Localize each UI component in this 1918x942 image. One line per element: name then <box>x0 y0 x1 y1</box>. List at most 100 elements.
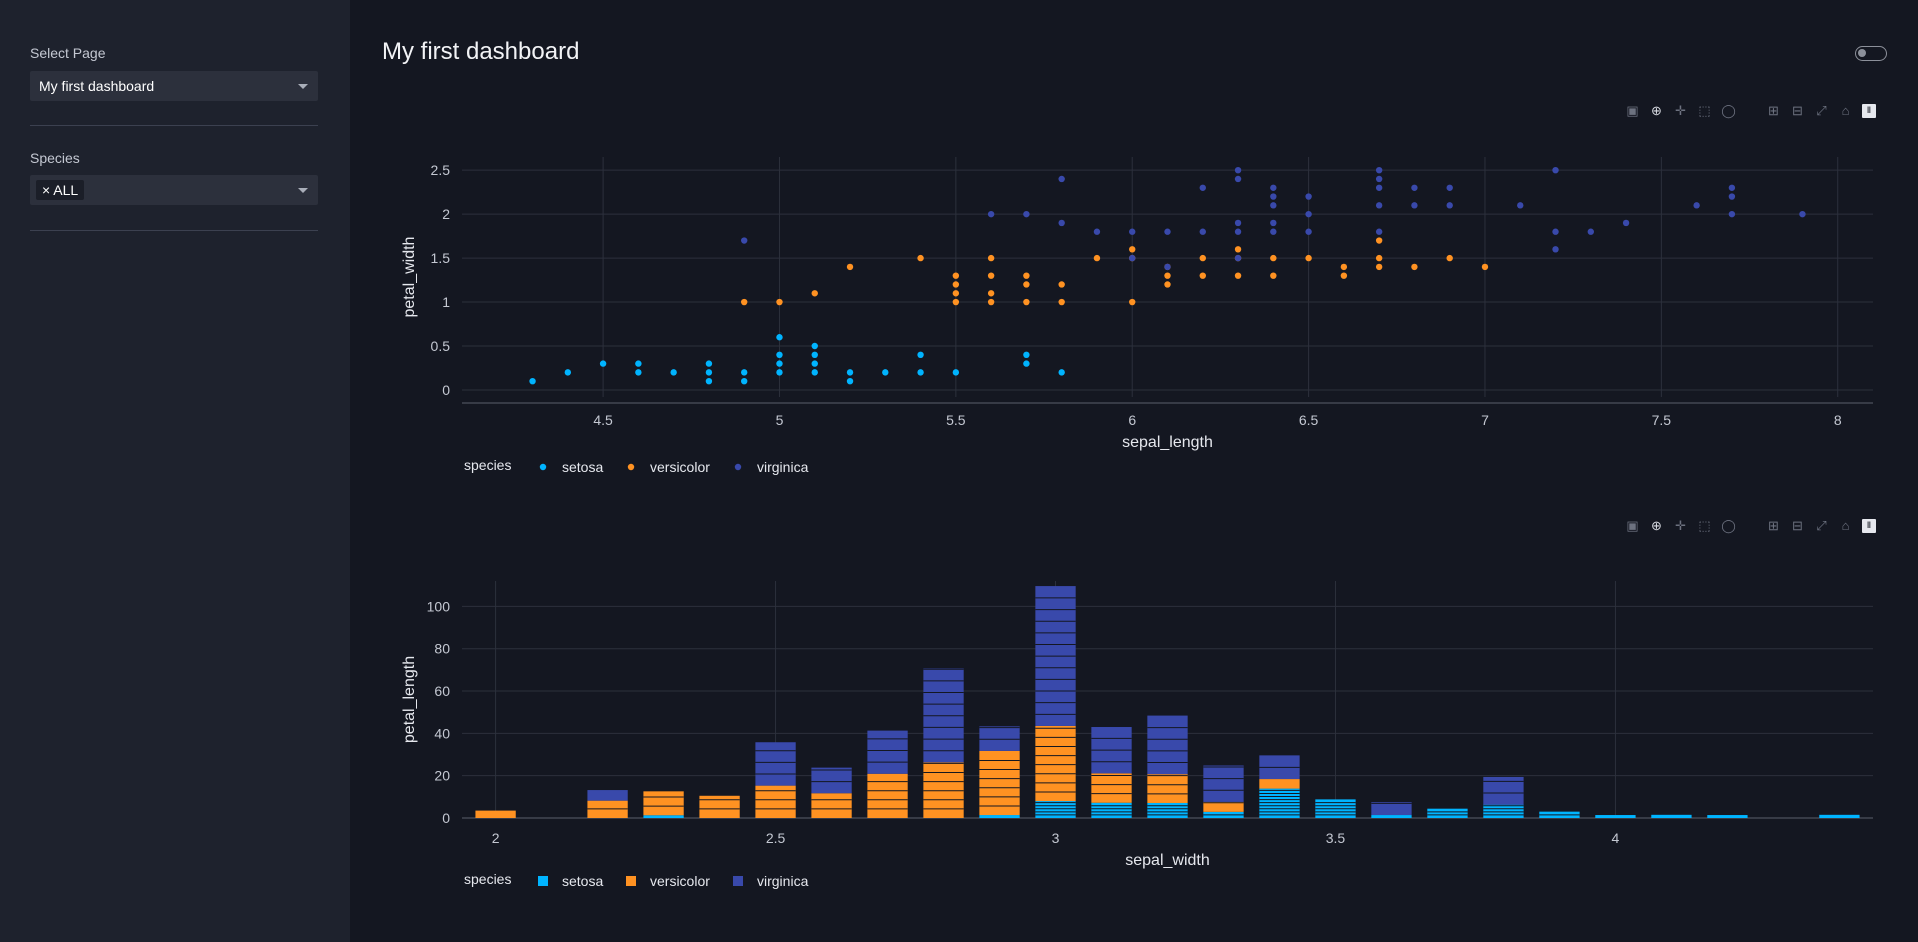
scatter-point-versicolor <box>1340 272 1348 279</box>
x-tick-label: 8 <box>1834 412 1842 428</box>
scatter-point-setosa <box>811 360 818 367</box>
scatter-point-virginica <box>1411 202 1418 209</box>
scatter-point-versicolor <box>1305 254 1312 262</box>
scatter-point-virginica <box>1622 219 1630 227</box>
x-tick-label: 6 <box>1128 412 1136 428</box>
scatter-point-versicolor <box>1023 298 1030 306</box>
bar-segment-versicolor <box>1091 773 1132 803</box>
legend-label-versicolor: versicolor <box>650 873 710 889</box>
scatter-point-virginica <box>1693 202 1700 209</box>
scatter-point-versicolor <box>1093 254 1101 262</box>
y-tick-label: 20 <box>434 768 450 784</box>
legend-title: species <box>464 871 511 887</box>
scatter-point-setosa <box>776 360 783 367</box>
bar-segment-versicolor <box>1203 801 1244 812</box>
scatter-point-versicolor <box>952 298 960 306</box>
bar-segment-setosa <box>979 815 1020 818</box>
y-tick-label: 2 <box>442 206 450 222</box>
scatter-point-setosa <box>1023 351 1030 359</box>
scatter-point-virginica <box>1552 246 1559 253</box>
legend-label-virginica: virginica <box>757 873 809 889</box>
scatter-point-setosa <box>776 351 783 359</box>
scatter-point-versicolor <box>952 272 960 279</box>
scatter-point-virginica <box>1023 210 1030 218</box>
scatter-point-versicolor <box>1340 263 1348 271</box>
scatter-point-setosa <box>917 369 924 376</box>
scatter-point-virginica <box>1270 193 1277 200</box>
bar-segment-setosa <box>1595 815 1636 818</box>
scatter-point-virginica <box>987 210 995 218</box>
legend-marker-virginica <box>733 876 743 886</box>
scatter-point-versicolor <box>1375 263 1383 271</box>
scatter-point-setosa <box>635 369 642 376</box>
scatter-point-virginica <box>1552 166 1559 174</box>
bar-segment-versicolor <box>811 793 852 818</box>
scatter-point-virginica <box>1058 219 1065 227</box>
legend-marker-setosa <box>539 463 547 471</box>
scatter-point-versicolor <box>1375 254 1383 262</box>
scatter-point-setosa <box>529 377 536 385</box>
scatter-point-versicolor <box>987 298 995 306</box>
bar-segment-versicolor <box>475 810 516 818</box>
bar-segment-virginica <box>1203 765 1244 802</box>
scatter-point-versicolor <box>811 290 818 297</box>
scatter-point-versicolor <box>1164 272 1171 279</box>
scatter-point-versicolor <box>1234 246 1242 253</box>
scatter-point-virginica <box>1728 210 1736 218</box>
bar-segment-versicolor <box>867 773 908 818</box>
scatter-point-setosa <box>564 369 572 376</box>
scatter-point-versicolor <box>1270 254 1277 262</box>
scatter-point-virginica <box>1058 175 1065 183</box>
scatter-point-virginica <box>1446 184 1453 191</box>
legend-label-virginica: virginica <box>757 459 809 475</box>
bar-segment-setosa <box>1651 814 1692 818</box>
bar-segment-setosa <box>1035 801 1076 818</box>
scatter-point-setosa <box>741 377 748 385</box>
x-tick-label: 4.5 <box>593 412 613 428</box>
y-axis-title: petal_length <box>401 656 418 743</box>
bar-segment-setosa <box>1819 814 1860 818</box>
scatter-point-virginica <box>1270 219 1277 227</box>
scatter-point-virginica <box>1270 184 1277 191</box>
scatter-point-virginica <box>1270 202 1277 209</box>
bar-segment-versicolor <box>699 795 740 818</box>
scatter-point-versicolor <box>1058 298 1065 306</box>
x-tick-label: 5 <box>776 412 784 428</box>
scatter-point-setosa <box>705 377 713 385</box>
scatter-point-versicolor <box>1129 298 1136 306</box>
legend-marker-setosa <box>538 876 548 886</box>
scatter-point-setosa <box>776 334 783 341</box>
bar-segment-setosa <box>1371 815 1412 818</box>
scatter-point-virginica <box>1129 254 1136 262</box>
scatter-point-versicolor <box>1481 263 1489 271</box>
scatter-point-virginica <box>1375 184 1383 191</box>
y-tick-label: 0 <box>442 382 450 398</box>
x-tick-label: 6.5 <box>1299 412 1319 428</box>
scatter-point-virginica <box>1517 202 1524 209</box>
scatter-point-setosa <box>670 369 677 376</box>
scatter-point-virginica <box>1305 193 1312 200</box>
legend-label-setosa: setosa <box>562 459 603 475</box>
scatter-point-versicolor <box>1023 272 1030 279</box>
bar-segment-versicolor <box>1147 774 1188 803</box>
x-tick-label: 7 <box>1481 412 1489 428</box>
bar-segment-virginica <box>1371 802 1412 816</box>
scatter-point-setosa <box>1058 369 1065 376</box>
x-tick-label: 2.5 <box>766 830 786 846</box>
scatter-point-virginica <box>1305 210 1312 218</box>
legend-marker-versicolor <box>627 463 635 471</box>
scatter-point-versicolor <box>1129 246 1136 253</box>
scatter-point-virginica <box>1199 228 1206 235</box>
scatter-point-setosa <box>741 369 748 376</box>
y-tick-label: 40 <box>434 725 450 741</box>
scatter-point-setosa <box>705 369 713 376</box>
bar-segment-virginica <box>755 742 796 786</box>
scatter-point-versicolor <box>952 290 960 297</box>
scatter-point-versicolor <box>1199 254 1206 262</box>
scatter-point-setosa <box>846 369 854 376</box>
x-tick-label: 5.5 <box>946 412 966 428</box>
x-tick-label: 4 <box>1612 830 1620 846</box>
scatter-point-versicolor <box>1023 281 1030 288</box>
scatter-point-virginica <box>1728 193 1736 200</box>
bar-segment-setosa <box>1091 802 1132 818</box>
